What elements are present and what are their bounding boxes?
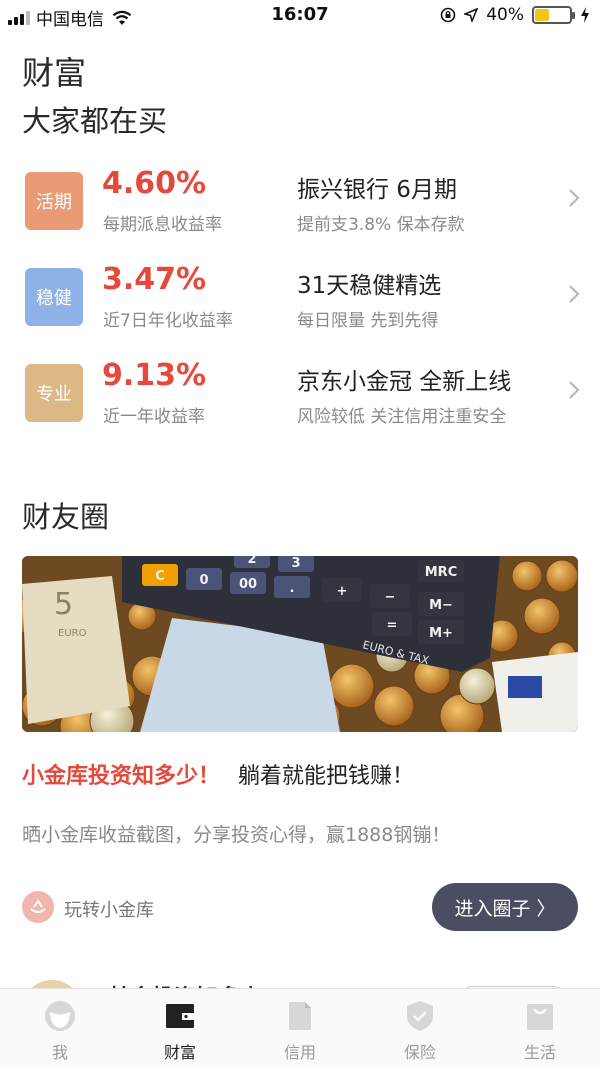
calculator-key: M+ [418, 620, 464, 644]
product-item[interactable]: 活期 4.60% 每期派息收益率 振兴银行 6月期 提前支3.8% 保本存款 [0, 166, 600, 254]
calculator-key: M− [418, 592, 464, 616]
chevron-right-icon [569, 285, 580, 303]
calculator-key: MRC [418, 560, 464, 582]
calculator-key-label: = [387, 618, 398, 633]
calculator-key-label: C [155, 569, 165, 584]
coin [458, 667, 496, 705]
coin [523, 597, 561, 635]
tab-credit[interactable]: 信用 [240, 989, 360, 1067]
calculator-key-label: + [337, 584, 348, 599]
calculator-key-label: M− [429, 598, 453, 613]
product-rate-label: 近一年收益率 [103, 407, 205, 427]
calculator-key-label: 3 [291, 556, 300, 571]
calculator-key: C [142, 564, 178, 586]
product-item[interactable]: 稳健 3.47% 近7日年化收益率 31天稳健精选 每日限量 先到先得 [0, 262, 600, 350]
shield-icon [407, 1001, 433, 1031]
calculator-key-label: 0 [199, 573, 208, 588]
post-subtitle: 晒小金库收益截图，分享投资心得，赢1888钢镚！ [22, 824, 451, 846]
me-icon [45, 1001, 75, 1031]
tab-life[interactable]: 生活 [480, 989, 600, 1067]
chevron-right-icon [569, 381, 580, 399]
post-headline-dark: 躺着就能把钱赚！ [238, 764, 415, 789]
battery-percent: 40% [486, 5, 524, 25]
tab-bar: 我 财富 信用 保险 生活 [0, 988, 600, 1067]
coin [545, 559, 578, 593]
product-desc: 每日限量 先到先得 [297, 311, 439, 331]
status-right: 40% [440, 5, 590, 25]
chevron-right-icon [569, 189, 580, 207]
circle-name[interactable]: 玩转小金库 [64, 896, 154, 922]
calculator-key: 2 [234, 556, 270, 568]
calculator-key: 3 [278, 556, 314, 572]
section-title-circle: 财友圈 [22, 500, 110, 534]
calculator-key: 0 [186, 568, 222, 590]
product-badge: 活期 [25, 172, 83, 230]
circle-row: 玩转小金库 进入圈子 〉 [22, 883, 578, 931]
coin [373, 685, 415, 727]
calculator-key-label: . [290, 581, 295, 596]
treasury-icon [30, 899, 46, 913]
calculator-key: + [322, 578, 362, 602]
product-desc: 风险较低 关注信用注重安全 [297, 407, 507, 427]
product-name: 京东小金冠 全新上线 [297, 369, 512, 395]
tab-label: 我 [51, 1043, 68, 1062]
product-name: 31天稳健精选 [297, 273, 442, 299]
tab-label: 财富 [163, 1043, 196, 1062]
calculator-key-label: − [385, 590, 396, 605]
calculator-key: − [370, 584, 410, 608]
product-desc: 提前支3.8% 保本存款 [297, 215, 465, 235]
product-badge: 专业 [25, 364, 83, 422]
page-title: 财富 [22, 54, 87, 92]
tab-insurance[interactable]: 保险 [360, 989, 480, 1067]
calculator-key: . [274, 576, 310, 598]
calculator-key: = [372, 612, 412, 636]
calculator-key-label: MRC [425, 565, 458, 580]
location-arrow-icon [464, 8, 479, 22]
status-bar: 中国电信 16:07 40% [0, 0, 600, 34]
banner-illustration: 5 EURO C 0 00.2 3+ −=M−M+MRC EURO & TAX [22, 556, 578, 732]
section-title-popular: 大家都在买 [22, 104, 168, 138]
wallet-icon [166, 1004, 194, 1028]
coin [511, 560, 543, 592]
circle-avatar [22, 891, 54, 923]
enter-circle-button[interactable]: 进入圈子 〉 [432, 883, 578, 931]
product-rate: 9.13% [102, 358, 207, 393]
product-rate-label: 近7日年化收益率 [103, 311, 233, 331]
tab-me[interactable]: 我 [0, 989, 120, 1067]
product-badge: 稳健 [25, 268, 83, 326]
product-rate: 4.60% [102, 166, 207, 201]
product-rate-label: 每期派息收益率 [103, 215, 222, 235]
tab-wealth[interactable]: 财富 [120, 989, 240, 1067]
banner-image[interactable]: 5 EURO C 0 00. 2 3 + − = M− M+ MRC EURO & TAX [22, 556, 578, 732]
note-value: 5 [54, 587, 73, 622]
calculator-key-label: M+ [429, 626, 453, 641]
banknote-left: 5 EURO [22, 576, 130, 724]
tab-label: 保险 [403, 1043, 436, 1062]
post-headline[interactable]: 小金库投资知多少！ 躺着就能把钱赚！ [22, 758, 414, 790]
charging-bolt-icon [581, 7, 589, 23]
product-name: 振兴银行 6月期 [297, 177, 457, 203]
product-item[interactable]: 专业 9.13% 近一年收益率 京东小金冠 全新上线 风险较低 关注信用注重安全 [0, 358, 600, 446]
calculator-key-label: 2 [247, 556, 256, 567]
coin [329, 663, 375, 709]
tab-label: 生活 [523, 1043, 556, 1062]
tab-label: 信用 [283, 1043, 316, 1062]
calculator-key-label: 00 [239, 577, 257, 592]
post-headline-red: 小金库投资知多少！ [22, 764, 221, 789]
battery-icon [532, 6, 575, 24]
calculator-key: 00 [230, 572, 266, 594]
rotation-lock-icon [440, 7, 456, 23]
note-label: EURO [58, 628, 87, 639]
shopping-bag-icon [527, 1004, 553, 1030]
product-rate: 3.47% [102, 262, 207, 297]
document-icon [289, 1002, 311, 1030]
